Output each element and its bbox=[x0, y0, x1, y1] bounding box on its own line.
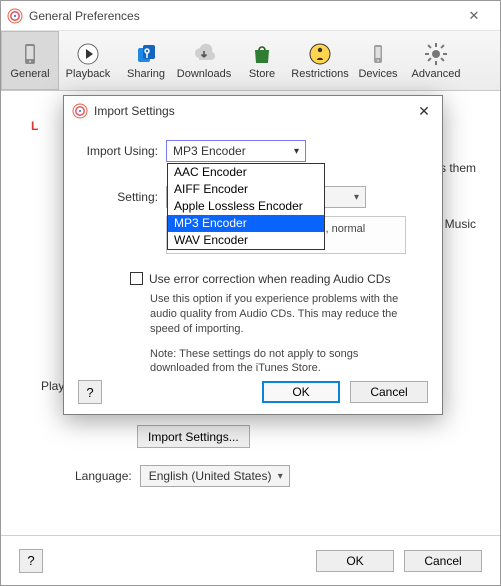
error-correction-help: Use this option if you experience proble… bbox=[150, 292, 410, 337]
import-using-label: Import Using: bbox=[80, 140, 166, 158]
modal-overlay: Import Settings ✕ Import Using: MP3 Enco… bbox=[1, 1, 500, 585]
encoder-option[interactable]: Apple Lossless Encoder bbox=[168, 198, 324, 215]
error-correction-checkbox[interactable]: Use error correction when reading Audio … bbox=[130, 272, 426, 286]
chevron-down-icon: ▾ bbox=[294, 146, 299, 157]
chevron-down-icon: ▾ bbox=[354, 192, 359, 203]
settings-note: Note: These settings do not apply to son… bbox=[150, 347, 410, 377]
encoder-option[interactable]: MP3 Encoder bbox=[168, 215, 324, 232]
encoder-dropdown-list: AAC Encoder AIFF Encoder Apple Lossless … bbox=[167, 163, 325, 250]
encoder-option[interactable]: AIFF Encoder bbox=[168, 181, 324, 198]
dialog-cancel-button[interactable]: Cancel bbox=[350, 381, 428, 403]
itunes-icon bbox=[72, 103, 88, 119]
dialog-ok-button[interactable]: OK bbox=[262, 381, 340, 403]
dialog-body: Import Using: MP3 Encoder ▾ AAC Encoder … bbox=[64, 126, 442, 388]
checkbox-icon bbox=[130, 272, 143, 285]
error-correction-label: Use error correction when reading Audio … bbox=[149, 272, 390, 286]
encoder-option[interactable]: AAC Encoder bbox=[168, 164, 324, 181]
import-using-combobox[interactable]: MP3 Encoder ▾ AAC Encoder AIFF Encoder A… bbox=[166, 140, 306, 162]
import-using-value: MP3 Encoder bbox=[173, 144, 246, 158]
dialog-close-button[interactable]: ✕ bbox=[414, 103, 434, 120]
encoder-option[interactable]: WAV Encoder bbox=[168, 232, 324, 249]
dialog-footer: ? OK Cancel bbox=[78, 380, 428, 404]
setting-label: Setting: bbox=[80, 186, 166, 204]
import-settings-dialog: Import Settings ✕ Import Using: MP3 Enco… bbox=[63, 95, 443, 415]
dialog-title: Import Settings bbox=[94, 104, 414, 118]
dialog-titlebar: Import Settings ✕ bbox=[64, 96, 442, 126]
dialog-help-button[interactable]: ? bbox=[78, 380, 102, 404]
